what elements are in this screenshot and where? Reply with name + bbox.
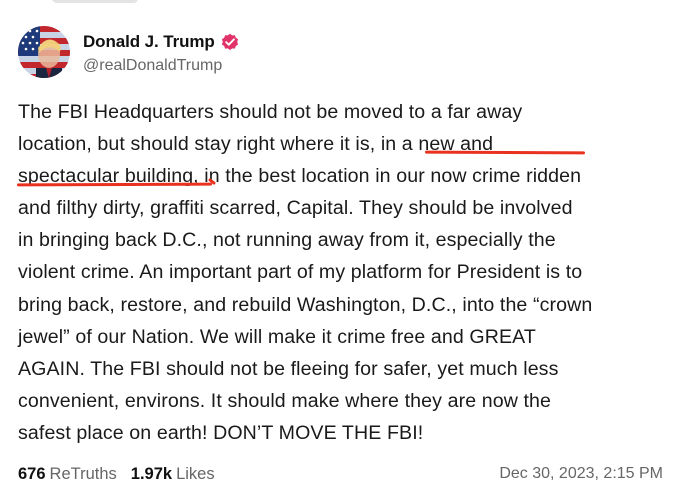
author-handle[interactable]: @realDonaldTrump: [83, 57, 239, 75]
post-body-line: in bringing back D.C., not running away …: [18, 229, 556, 252]
retruths-label: ReTruths: [49, 464, 117, 483]
post-body-line: safest place on earth! DON’T MOVE THE FB…: [18, 421, 424, 444]
post-body: The FBI Headquarters should not be moved…: [18, 96, 668, 449]
post-body-line: violent crime. An important part of my p…: [18, 261, 583, 284]
post-body-line: jewel” of our Nation. We will make it cr…: [18, 325, 536, 348]
post-body-line: spectacular building, in the best locati…: [18, 165, 582, 188]
name-row: Donald J. Trump: [83, 30, 239, 54]
cropped-top-strip: [0, 0, 680, 8]
post-body-line: AGAIN. The FBI should not be fleeing for…: [18, 357, 559, 380]
post-body-line: convenient, environs. It should make whe…: [18, 389, 552, 412]
likes-count: 1.97k: [130, 464, 173, 483]
post-body-line: bring back, restore, and rebuild Washing…: [18, 293, 593, 316]
avatar[interactable]: [18, 26, 70, 78]
retruths-count: 676: [18, 464, 46, 483]
likes-label: Likes: [176, 464, 215, 483]
retruths-stat[interactable]: 676 ReTruths: [18, 465, 117, 484]
author-display-name[interactable]: Donald J. Trump: [83, 32, 215, 52]
author-block: Donald J. Trump @realDonaldTrump: [83, 30, 239, 75]
post-footer: 676 ReTruths 1.97k Likes Dec 30, 2023, 2…: [18, 462, 663, 486]
avatar-flag-portrait-icon: [18, 26, 70, 78]
post-body-line: The FBI Headquarters should not be moved…: [18, 101, 523, 123]
post-header: Donald J. Trump @realDonaldTrump: [18, 26, 239, 78]
post-body-line: location, but should stay right where it…: [18, 133, 494, 156]
post-timestamp[interactable]: Dec 30, 2023, 2:15 PM: [499, 465, 663, 483]
likes-stat[interactable]: 1.97k Likes: [131, 465, 215, 484]
post-body-line: and filthy dirty, graffiti scarred, Capi…: [18, 197, 573, 220]
verified-badge-icon: [221, 33, 238, 50]
